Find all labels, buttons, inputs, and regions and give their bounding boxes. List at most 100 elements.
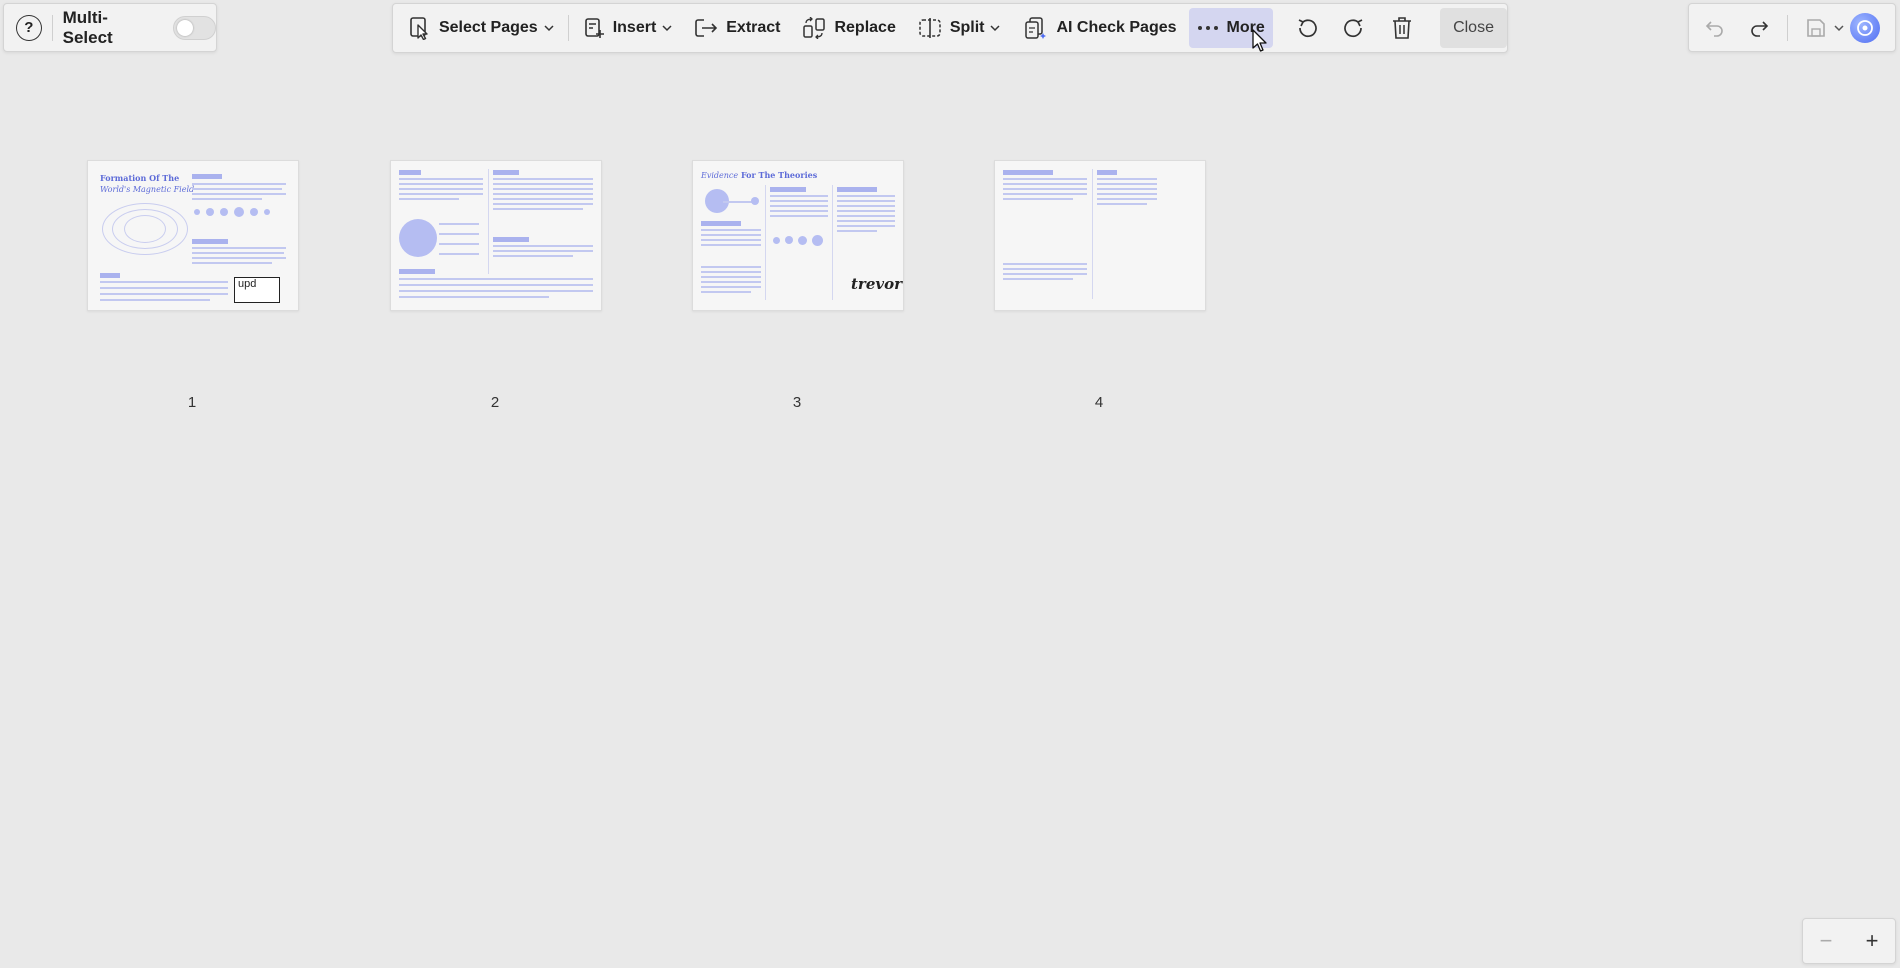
diagram bbox=[773, 237, 780, 244]
text-line bbox=[399, 290, 593, 292]
redo-button[interactable] bbox=[1741, 10, 1777, 46]
heading bbox=[837, 187, 877, 192]
replace-button[interactable]: Replace bbox=[794, 8, 903, 48]
replace-icon bbox=[803, 17, 826, 39]
text-line bbox=[192, 247, 286, 249]
text-line bbox=[1003, 188, 1087, 190]
text-line bbox=[837, 200, 895, 202]
text-line bbox=[493, 203, 593, 205]
ai-check-pages-button[interactable]: AI Check Pages bbox=[1016, 8, 1184, 48]
stamp-image: upd bbox=[234, 277, 280, 303]
text-line bbox=[192, 183, 286, 185]
undo-icon bbox=[1298, 19, 1317, 38]
ai-check-pages-label: AI Check Pages bbox=[1056, 19, 1177, 36]
undo-icon bbox=[1705, 20, 1723, 37]
text-line bbox=[399, 296, 549, 298]
text-line bbox=[493, 188, 593, 190]
text-line bbox=[439, 243, 479, 245]
page-subtitle-text: World's Magnetic Field bbox=[100, 185, 195, 194]
text-line bbox=[192, 193, 286, 195]
ai-check-icon bbox=[1025, 17, 1047, 39]
close-button[interactable]: Close bbox=[1440, 8, 1507, 48]
text-line bbox=[1003, 183, 1087, 185]
divider bbox=[567, 15, 569, 41]
diagram bbox=[399, 219, 437, 257]
text-line bbox=[1097, 198, 1157, 200]
page-number: 2 bbox=[490, 394, 500, 411]
help-icon[interactable]: ? bbox=[16, 14, 42, 41]
divider bbox=[1787, 14, 1788, 41]
text-line bbox=[1003, 193, 1087, 195]
page-thumbnail-3[interactable]: Evidence For The Theories trevor bbox=[692, 160, 904, 311]
text-line bbox=[837, 210, 895, 212]
chevron-down-icon bbox=[662, 25, 672, 32]
extract-button[interactable]: Extract bbox=[686, 8, 788, 48]
text-line bbox=[1003, 273, 1087, 275]
page-number: 1 bbox=[187, 394, 197, 411]
undo-button[interactable] bbox=[1697, 10, 1733, 46]
ai-assistant-button[interactable] bbox=[1850, 12, 1880, 43]
text-line bbox=[701, 229, 761, 231]
text-line bbox=[701, 244, 761, 246]
multi-select-label: Multi-Select bbox=[62, 7, 113, 47]
text-line bbox=[493, 208, 583, 210]
text-line bbox=[1003, 178, 1087, 180]
column-divider bbox=[1092, 169, 1093, 299]
text-line bbox=[837, 205, 895, 207]
heading bbox=[701, 221, 741, 226]
heading bbox=[399, 170, 421, 175]
text-line bbox=[770, 205, 828, 207]
page-title-rest: For The Theories bbox=[740, 170, 818, 180]
document-actions-panel bbox=[1688, 3, 1896, 52]
split-button[interactable]: Split bbox=[910, 8, 1009, 48]
text-line bbox=[770, 200, 828, 202]
page-thumbnail-1[interactable]: Formation Of The World's Magnetic Field … bbox=[87, 160, 299, 311]
text-line bbox=[1003, 198, 1073, 200]
text-line bbox=[701, 281, 761, 283]
text-line bbox=[701, 239, 761, 241]
text-line bbox=[439, 253, 479, 255]
multi-select-toggle[interactable] bbox=[172, 15, 216, 40]
heading bbox=[100, 273, 120, 278]
text-line bbox=[701, 286, 761, 288]
heading bbox=[1097, 170, 1117, 175]
save-icon bbox=[1807, 18, 1825, 37]
save-button[interactable] bbox=[1798, 10, 1834, 46]
page-number: 3 bbox=[792, 394, 802, 411]
chevron-down-icon bbox=[544, 25, 554, 32]
rotate-left-button[interactable] bbox=[1287, 8, 1327, 48]
page-thumbnail-4[interactable] bbox=[994, 160, 1206, 311]
rotate-right-button[interactable] bbox=[1334, 8, 1374, 48]
zoom-out-button[interactable]: − bbox=[1808, 928, 1844, 954]
text-line bbox=[493, 250, 593, 252]
insert-button[interactable]: Insert bbox=[575, 8, 681, 48]
diagram bbox=[785, 236, 793, 244]
diagram bbox=[812, 235, 823, 246]
text-line bbox=[493, 255, 573, 257]
select-pages-button[interactable]: Select Pages bbox=[401, 8, 562, 48]
text-line bbox=[399, 188, 483, 190]
text-line bbox=[837, 225, 895, 227]
split-label: Split bbox=[949, 19, 985, 36]
diagram bbox=[206, 208, 214, 216]
text-line bbox=[770, 215, 828, 217]
text-line bbox=[100, 287, 228, 289]
signature: trevor bbox=[851, 275, 902, 293]
chevron-down-icon bbox=[990, 25, 1001, 32]
delete-button[interactable] bbox=[1382, 8, 1422, 48]
text-line bbox=[1003, 278, 1073, 280]
diagram bbox=[124, 215, 166, 243]
chevron-down-icon[interactable] bbox=[1834, 24, 1844, 32]
text-line bbox=[1097, 188, 1157, 190]
zoom-in-button[interactable]: + bbox=[1854, 928, 1890, 954]
insert-icon bbox=[584, 18, 604, 38]
text-line bbox=[1097, 183, 1157, 185]
redo-icon bbox=[1751, 20, 1769, 37]
text-line bbox=[1097, 193, 1157, 195]
text-line bbox=[1097, 178, 1157, 180]
page-thumbnail-2[interactable] bbox=[390, 160, 602, 311]
diagram bbox=[264, 209, 270, 215]
text-line bbox=[399, 284, 593, 286]
page-title: Evidence For The Theories bbox=[701, 170, 817, 180]
text-line bbox=[192, 257, 286, 259]
